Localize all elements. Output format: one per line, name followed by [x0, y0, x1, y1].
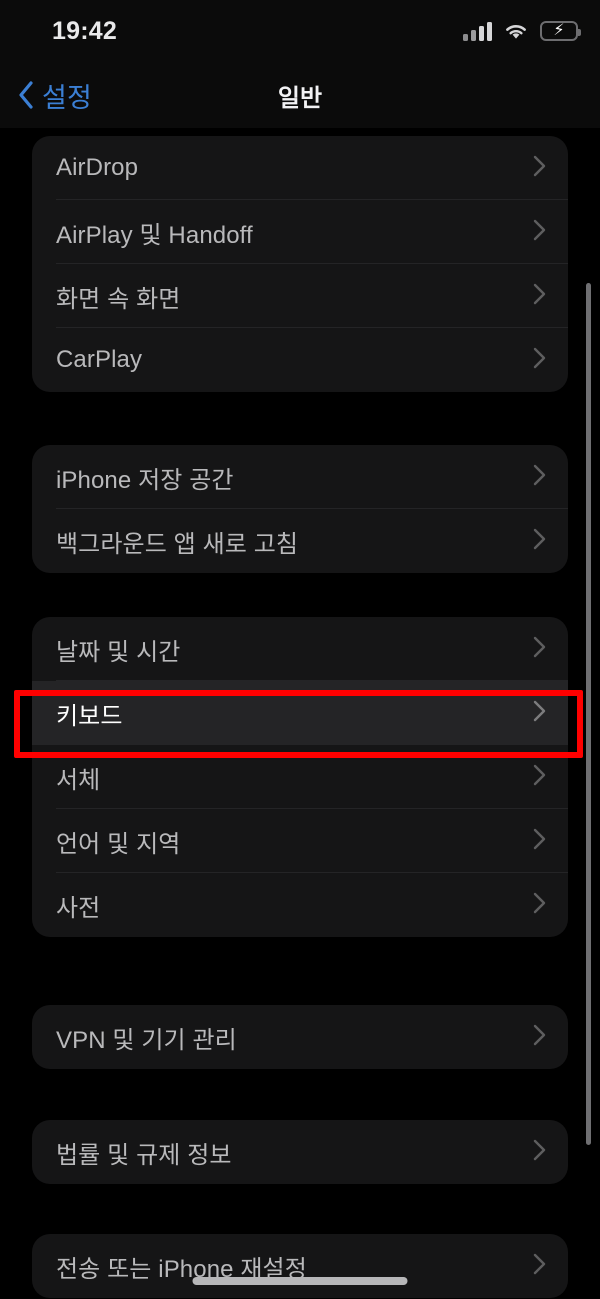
settings-row-label: 백그라운드 앱 새로 고침 — [56, 530, 299, 558]
settings-row-label: 사전 — [56, 894, 101, 922]
chevron-right-icon — [533, 636, 546, 663]
settings-row[interactable]: AirDrop — [32, 136, 568, 200]
status-bar: 19:42 ⚡ — [0, 0, 600, 62]
home-indicator[interactable] — [192, 1277, 408, 1285]
settings-row-label: 키보드 — [56, 702, 123, 730]
page-title: 일반 — [277, 84, 323, 112]
settings-row[interactable]: iPhone 저장 공간 — [32, 445, 568, 509]
settings-row-label: 날짜 및 시간 — [56, 638, 181, 666]
settings-row[interactable]: 전송 또는 iPhone 재설정 — [32, 1234, 568, 1298]
settings-row[interactable]: VPN 및 기기 관리 — [32, 1005, 568, 1069]
settings-list[interactable]: AirDrop AirPlay 및 Handoff 화면 속 화면 CarPlay iP… — [0, 128, 600, 1299]
iphone-settings-general-screen: 19:42 ⚡ 설정 일반 AirDrop AirPlay 및 Handoff … — [0, 0, 600, 1299]
settings-row-label: 법률 및 규제 정보 — [56, 1141, 232, 1169]
settings-row[interactable]: CarPlay — [32, 328, 568, 392]
settings-row[interactable]: AirPlay 및 Handoff — [32, 200, 568, 264]
localization-group: 날짜 및 시간키보드서체언어 및 지역사전 — [32, 617, 568, 937]
settings-row[interactable]: 사전 — [32, 873, 568, 937]
cellular-bars-icon — [463, 21, 492, 41]
chevron-right-icon — [533, 1139, 546, 1166]
settings-row[interactable]: 법률 및 규제 정보 — [32, 1120, 568, 1184]
chevron-right-icon — [533, 764, 546, 791]
settings-row-label: 언어 및 지역 — [56, 830, 181, 858]
reset-group: 전송 또는 iPhone 재설정 — [32, 1234, 568, 1298]
chevron-right-icon — [533, 464, 546, 491]
settings-row-label: 서체 — [56, 766, 101, 794]
storage-group: iPhone 저장 공간백그라운드 앱 새로 고침 — [32, 445, 568, 573]
settings-row-label: VPN 및 기기 관리 — [56, 1026, 237, 1054]
settings-row-label: AirDrop — [56, 154, 139, 181]
settings-row[interactable]: 서체 — [32, 745, 568, 809]
settings-row[interactable]: 날짜 및 시간 — [32, 617, 568, 681]
status-bar-clock: 19:42 — [52, 17, 117, 45]
settings-row-label: 화면 속 화면 — [56, 285, 181, 313]
chevron-right-icon — [533, 347, 546, 374]
chevron-right-icon — [533, 528, 546, 555]
navigation-bar: 설정 일반 — [0, 62, 600, 128]
battery-charging-icon: ⚡ — [540, 21, 581, 41]
settings-row[interactable]: 백그라운드 앱 새로 고침 — [32, 509, 568, 573]
settings-row[interactable]: 화면 속 화면 — [32, 264, 568, 328]
legal-group: 법률 및 규제 정보 — [32, 1120, 568, 1184]
chevron-right-icon — [533, 1253, 546, 1280]
chevron-right-icon — [533, 219, 546, 246]
chevron-right-icon — [533, 283, 546, 310]
settings-row-label: AirPlay 및 Handoff — [56, 221, 253, 249]
status-bar-indicators: ⚡ — [463, 18, 581, 44]
chevron-right-icon — [533, 155, 546, 182]
settings-row-label: CarPlay — [56, 346, 143, 373]
chevron-right-icon — [533, 892, 546, 919]
chevron-right-icon — [533, 1024, 546, 1051]
settings-row-label: iPhone 저장 공간 — [56, 466, 234, 494]
settings-row[interactable]: 언어 및 지역 — [32, 809, 568, 873]
vpn-group: VPN 및 기기 관리 — [32, 1005, 568, 1069]
settings-row[interactable]: 키보드 — [32, 681, 568, 745]
chevron-right-icon — [533, 828, 546, 855]
scrollbar[interactable] — [586, 283, 591, 1145]
chevron-right-icon — [533, 700, 546, 727]
wifi-icon — [503, 21, 529, 41]
connectivity-group: AirDrop AirPlay 및 Handoff 화면 속 화면 CarPlay — [32, 136, 568, 392]
